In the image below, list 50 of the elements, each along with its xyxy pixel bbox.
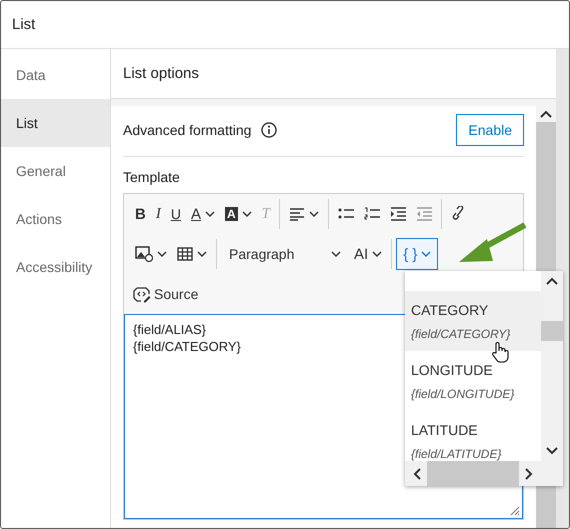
- italic-button[interactable]: I: [150, 199, 166, 229]
- sidebar-tab[interactable]: General: [1, 147, 110, 195]
- panel-title: List options: [123, 65, 199, 82]
- sidebar-tab[interactable]: List: [1, 99, 110, 147]
- caret-icon[interactable]: [197, 250, 207, 258]
- format-dropdown[interactable]: Paragraph: [221, 239, 349, 269]
- caret-icon[interactable]: [157, 250, 167, 258]
- field-menu-item[interactable]: CATEGORY {field/CATEGORY}: [405, 291, 541, 351]
- bulleted-list-icon: [338, 207, 354, 221]
- scroll-down-icon[interactable]: [546, 447, 558, 455]
- scroll-thumb[interactable]: [541, 321, 563, 341]
- caret-icon[interactable]: [331, 250, 341, 258]
- table-icon: [177, 247, 193, 261]
- caret-icon[interactable]: [204, 210, 215, 218]
- resize-grip-icon[interactable]: [508, 504, 520, 516]
- sidebar-tab[interactable]: Data: [1, 51, 110, 99]
- source-button[interactable]: Source: [130, 285, 200, 303]
- link-icon: [451, 206, 465, 222]
- menu-horizontal-scrollbar[interactable]: [405, 461, 563, 486]
- caret-icon[interactable]: [309, 210, 319, 218]
- template-text-line: {field/ALIAS}: [133, 321, 206, 338]
- setting-label: Advanced formatting: [123, 122, 252, 138]
- caret-icon[interactable]: [242, 210, 252, 218]
- window-title: List: [12, 16, 36, 33]
- code-icon: [132, 285, 152, 303]
- font-size-button[interactable]: AI: [349, 239, 388, 269]
- scroll-up-icon[interactable]: [536, 106, 556, 122]
- caret-icon[interactable]: [372, 250, 382, 258]
- info-icon[interactable]: [261, 122, 278, 138]
- menu-scrollbar[interactable]: [541, 271, 563, 461]
- field-label: Template: [123, 169, 181, 185]
- bold-button[interactable]: B: [130, 199, 151, 229]
- outdent-icon: [416, 207, 432, 221]
- align-icon: [289, 207, 305, 221]
- underline-button[interactable]: U: [166, 199, 186, 229]
- scroll-left-icon[interactable]: [413, 468, 421, 480]
- sidebar-tab[interactable]: Actions: [1, 195, 110, 243]
- sidebar-tab[interactable]: Accessibility: [1, 243, 110, 291]
- enable-button[interactable]: Enable: [456, 114, 524, 146]
- numbered-list-icon: [364, 207, 380, 221]
- scroll-right-icon[interactable]: [525, 468, 533, 480]
- indent-icon: [390, 207, 406, 221]
- hand-cursor-icon: [491, 341, 509, 363]
- insert-field-button[interactable]: { }: [396, 238, 438, 270]
- font-color-button[interactable]: A: [186, 199, 220, 229]
- scroll-thumb[interactable]: [427, 461, 519, 486]
- scroll-up-icon[interactable]: [546, 277, 558, 285]
- highlight-button[interactable]: A: [220, 199, 257, 229]
- image-icon: [135, 246, 153, 262]
- template-text-line: {field/CATEGORY}: [133, 338, 241, 355]
